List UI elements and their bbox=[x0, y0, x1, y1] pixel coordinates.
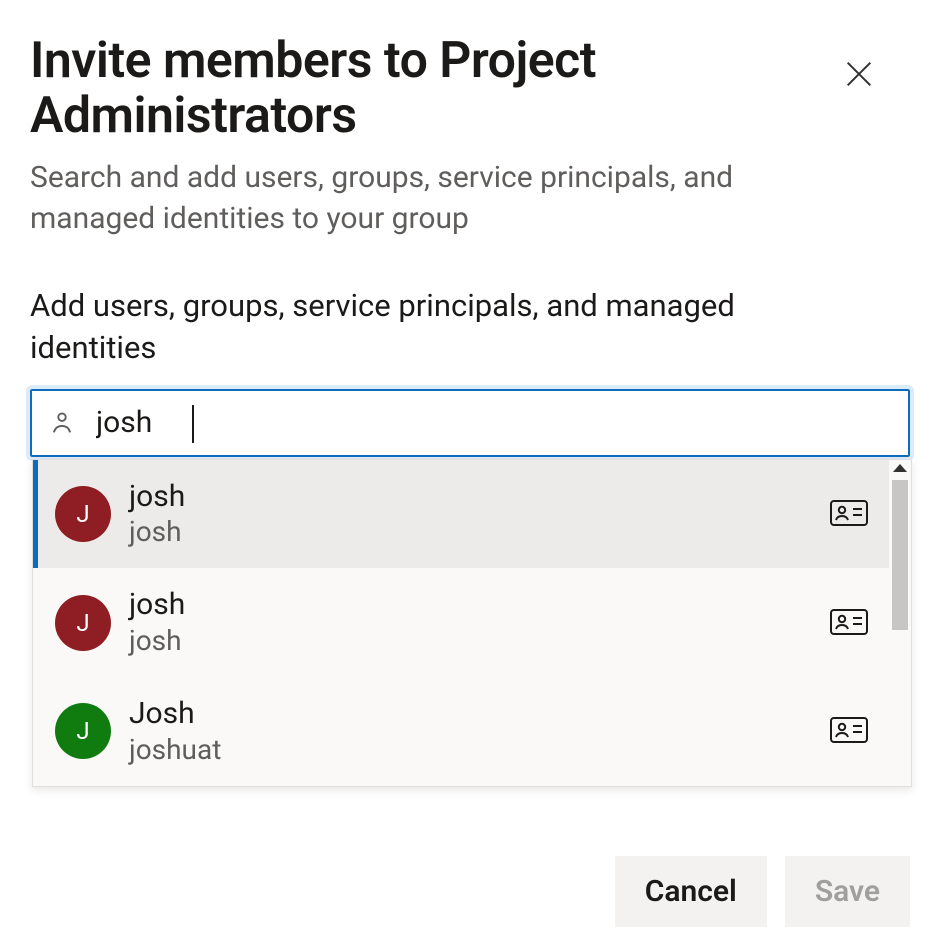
picker-result-text: josh josh bbox=[129, 480, 811, 549]
avatar: J bbox=[55, 595, 111, 651]
text-caret bbox=[192, 405, 194, 443]
invite-members-dialog: Invite members to Project Administrators… bbox=[0, 0, 940, 949]
close-button[interactable] bbox=[842, 54, 882, 94]
picker-result-name: josh bbox=[129, 480, 811, 515]
scrollbar-thumb[interactable] bbox=[892, 480, 908, 630]
picker-result-name: Josh bbox=[129, 697, 811, 732]
contact-card-icon bbox=[829, 716, 869, 746]
save-button[interactable]: Save bbox=[785, 856, 910, 927]
people-picker: J josh josh J j bbox=[30, 389, 910, 457]
picker-result[interactable]: J Josh joshuat bbox=[33, 677, 889, 786]
avatar: J bbox=[55, 703, 111, 759]
picker-dropdown: J josh josh J j bbox=[32, 459, 912, 787]
dialog-title: Invite members to Project Administrators bbox=[30, 34, 750, 144]
cancel-button[interactable]: Cancel bbox=[615, 856, 767, 927]
close-icon bbox=[842, 57, 876, 91]
people-picker-input[interactable] bbox=[30, 389, 910, 457]
picker-result-text: Josh joshuat bbox=[129, 697, 811, 766]
contact-card-icon bbox=[829, 608, 869, 638]
picker-result[interactable]: J josh josh bbox=[33, 460, 889, 569]
contact-card-icon bbox=[829, 499, 869, 529]
picker-result-identifier: joshuat bbox=[129, 734, 811, 766]
picker-result-identifier: josh bbox=[129, 625, 811, 657]
picker-result-identifier: josh bbox=[129, 516, 811, 548]
dialog-footer: Cancel Save bbox=[615, 856, 910, 927]
picker-result[interactable]: J josh josh bbox=[33, 568, 889, 677]
picker-label: Add users, groups, service principals, a… bbox=[30, 285, 850, 369]
picker-result-text: josh josh bbox=[129, 588, 811, 657]
avatar: J bbox=[55, 486, 111, 542]
picker-result-name: josh bbox=[129, 588, 811, 623]
dialog-subtitle: Search and add users, groups, service pr… bbox=[30, 158, 850, 239]
dropdown-scrollbar[interactable] bbox=[889, 460, 911, 786]
